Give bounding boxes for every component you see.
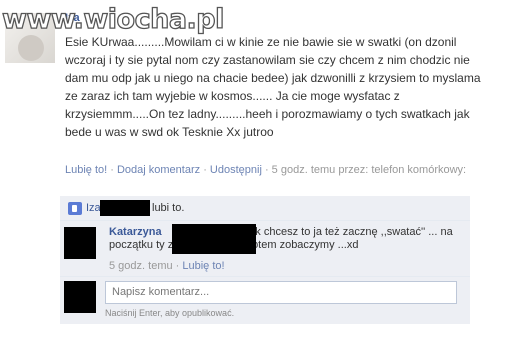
comment-timestamp: 5 godz. temu · <box>109 260 183 272</box>
comment-hint: Naciśnij Enter, aby opublikować. <box>105 308 235 318</box>
share-link[interactable]: Udostępnij <box>210 164 262 176</box>
post-text: Esie KUrwaa.........Mowilam ci w kinie z… <box>65 35 481 139</box>
post-meta: Lubię to! · Dodaj komentarz · Udostępnij… <box>65 163 466 177</box>
commenter-avatar[interactable] <box>64 227 96 259</box>
current-user-avatar <box>64 281 96 313</box>
avatar-face <box>18 35 44 61</box>
comment-item: ...Taa... -,-...Jak chcesz to ja też zac… <box>60 222 470 277</box>
separator: · <box>107 164 117 176</box>
likes-row: Iza lubi to. <box>60 196 470 221</box>
comment-input[interactable]: Napisz komentarz... <box>105 281 457 304</box>
post-timestamp: · 5 godz. temu przez: telefon komórkowy: <box>261 164 467 176</box>
comments-section: Iza lubi to. ...Taa... -,-...Jak chcesz … <box>60 196 470 324</box>
like-link[interactable]: Lubię to! <box>65 164 107 176</box>
redaction-bar <box>172 224 256 254</box>
comment-form: Napisz komentarz... Naciśnij Enter, aby … <box>60 278 470 324</box>
watermark: www.wiocha.pl <box>1 4 225 35</box>
add-comment-link[interactable]: Dodaj komentarz <box>117 164 200 176</box>
commenter-name[interactable]: Katarzyna <box>109 226 162 238</box>
likes-text: lubi to. <box>152 202 185 214</box>
comment-like-link[interactable]: Lubię to! <box>182 260 224 272</box>
comment-meta: 5 godz. temu · Lubię to! <box>109 260 225 272</box>
separator: · <box>200 164 210 176</box>
liker-name[interactable]: Iza <box>86 202 101 214</box>
thumbs-up-icon <box>68 202 82 215</box>
redaction-bar <box>100 200 150 216</box>
